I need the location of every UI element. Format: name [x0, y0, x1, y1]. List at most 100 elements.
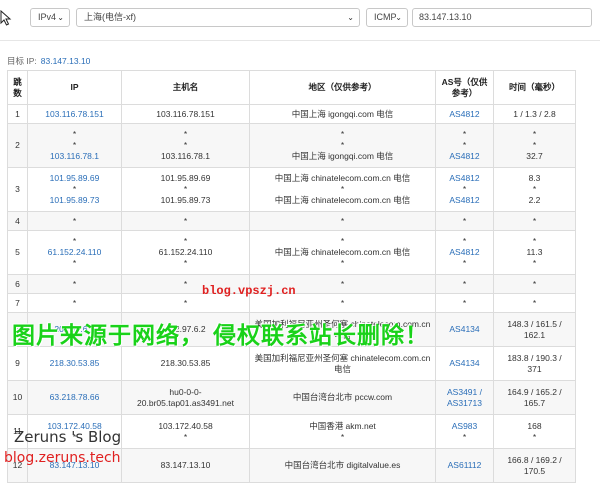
region-text: 中国上海 chinatelecom.com.cn 电信 — [274, 247, 411, 257]
ip-link[interactable]: 101.95.89.69 — [30, 173, 119, 184]
cell-region: 中国上海 igongqi.com 电信 — [249, 104, 436, 124]
host-text: 20.br05.tap01.as3491.net — [137, 397, 234, 408]
cell-as: * * AS4812 — [435, 123, 494, 168]
cell-ip: * — [27, 274, 122, 294]
region-text: 电信 — [333, 363, 351, 374]
cell-hop: 6 — [7, 274, 28, 294]
cell-as: AS983 * — [435, 414, 494, 449]
cell-time: 1 / 1.3 / 2.8 — [493, 104, 576, 124]
cell-time: * 11.3 * — [493, 230, 576, 275]
region-text: * — [340, 140, 345, 150]
cell-ip: 103.172.40.58 * — [27, 414, 122, 449]
mouse-pointer-icon — [0, 10, 12, 26]
ip-link[interactable]: 103.172.40.58 — [30, 421, 119, 432]
ip-link[interactable]: 83.147.13.10 — [30, 460, 119, 471]
time-text: 148.3 / 161.5 / — [507, 318, 562, 329]
ip-text: * — [72, 258, 77, 268]
as-text: * — [462, 215, 467, 226]
cell-as: AS4812 * AS4812 — [435, 167, 494, 212]
host-text: * — [183, 236, 188, 246]
ip-link[interactable]: 218.30.53.85 — [30, 358, 119, 369]
as-text: * — [462, 184, 467, 194]
cell-host: * — [121, 293, 250, 313]
as-link[interactable]: AS31713 — [438, 398, 491, 409]
cell-region: 中国香港 akm.net * — [249, 414, 436, 449]
host-text: 61.152.24.110 — [158, 247, 213, 257]
time-text: 32.7 — [526, 151, 543, 161]
cell-as: AS4134 — [435, 312, 494, 347]
cell-as: AS61112 — [435, 448, 494, 483]
cell-host: * 61.152.24.110 * — [121, 230, 250, 275]
cell-time: 8.3 * 2.2 — [493, 167, 576, 212]
query-button[interactable]: 查看 — [596, 8, 600, 27]
region-text: * — [340, 215, 345, 226]
as-link[interactable]: AS4812 — [438, 151, 491, 162]
time-text: 168 — [527, 420, 542, 431]
as-link[interactable]: AS4812 — [438, 195, 491, 206]
as-link[interactable]: AS4812 — [438, 247, 491, 258]
ip-link[interactable]: 63.218.78.66 — [30, 392, 119, 403]
protocol-value: ICMP — [374, 12, 397, 22]
region-text: 电信 — [333, 329, 351, 340]
cell-time: 166.8 / 169.2 /170.5 — [493, 448, 576, 483]
time-text: * — [532, 140, 537, 150]
ip-text: * — [72, 140, 77, 150]
as-link[interactable]: AS4134 — [438, 324, 491, 335]
cell-ip: * 61.152.24.110 * — [27, 230, 122, 275]
cell-time: * — [493, 211, 576, 231]
cell-host: * — [121, 274, 250, 294]
cell-time: 148.3 / 161.5 /162.1 — [493, 312, 576, 347]
ip-text: * — [72, 278, 77, 289]
ip-link[interactable]: 61.152.24.110 — [30, 247, 119, 258]
target-input[interactable]: 83.147.13.10 — [412, 8, 592, 27]
region-text: * — [340, 129, 345, 139]
host-text: * — [183, 215, 188, 226]
location-value: 上海(电信-xf) — [84, 12, 136, 22]
time-text: 1 / 1.3 / 2.8 — [513, 108, 556, 119]
cell-host: 101.95.89.69 * 101.95.89.73 — [121, 167, 250, 212]
time-text: * — [532, 129, 537, 139]
ip-link[interactable]: 103.116.78.1 — [30, 151, 119, 162]
ip-link[interactable]: 103.116.78.151 — [30, 109, 119, 120]
as-link[interactable]: AS3491 / — [438, 387, 491, 398]
table-row: 3 101.95.89.69 * 101.95.89.73 101.95.89.69 * 1… — [7, 167, 576, 212]
cell-region: 美国加利福尼亚州圣何塞 chinatelecom.com.cn 电信 — [249, 346, 436, 381]
ip-text: * — [72, 431, 77, 442]
time-text: 371 — [527, 363, 542, 374]
as-text: * — [462, 278, 467, 289]
cell-as: * — [435, 274, 494, 294]
header-host: 主机名 — [121, 70, 250, 105]
as-link[interactable]: AS4812 — [438, 173, 491, 184]
as-link[interactable]: AS4812 — [438, 109, 491, 120]
region-text: * — [340, 297, 345, 308]
as-link[interactable]: AS4134 — [438, 358, 491, 369]
time-text: 162.1 — [523, 329, 546, 340]
table-row: 5 * 61.152.24.110 * * 61.152.24.110 * * 中国上海 chi… — [7, 230, 576, 275]
ip-text: * — [72, 297, 77, 308]
cell-as: * — [435, 211, 494, 231]
cell-region: * * 中国上海 igongqi.com 电信 — [249, 123, 436, 168]
host-text: 101.95.89.73 — [160, 195, 211, 205]
protocol-select[interactable]: ICMP ⌄ — [366, 8, 408, 27]
cell-host: * — [121, 211, 250, 231]
header-time: 时间（毫秒） — [493, 70, 576, 105]
time-text: 8.3 — [528, 173, 541, 183]
ip-version-select[interactable]: IPv4 ⌄ — [30, 8, 70, 27]
header-ip: IP — [27, 70, 122, 105]
as-link[interactable]: AS983 — [438, 421, 491, 432]
time-text: * — [532, 184, 537, 194]
as-text: * — [462, 297, 467, 308]
cell-host: * * 103.116.78.1 — [121, 123, 250, 168]
as-text: * — [462, 431, 467, 442]
time-text: 11.3 — [526, 247, 543, 257]
region-text: * — [340, 236, 345, 246]
cell-ip: 202.97.6.2 — [27, 312, 122, 347]
ip-link[interactable]: 202.97.6.2 — [30, 324, 119, 335]
table-row: 7 * * * * * — [7, 293, 576, 313]
host-text: hu0-0-0- — [169, 386, 202, 397]
ip-link[interactable]: 101.95.89.73 — [30, 195, 119, 206]
as-link[interactable]: AS61112 — [438, 460, 491, 471]
location-select[interactable]: 上海(电信-xf) ⌄ — [76, 8, 360, 27]
region-text: 美国加利福尼亚州圣何塞 chinatelecom.com.cn — [254, 318, 431, 329]
as-text: * — [462, 258, 467, 268]
